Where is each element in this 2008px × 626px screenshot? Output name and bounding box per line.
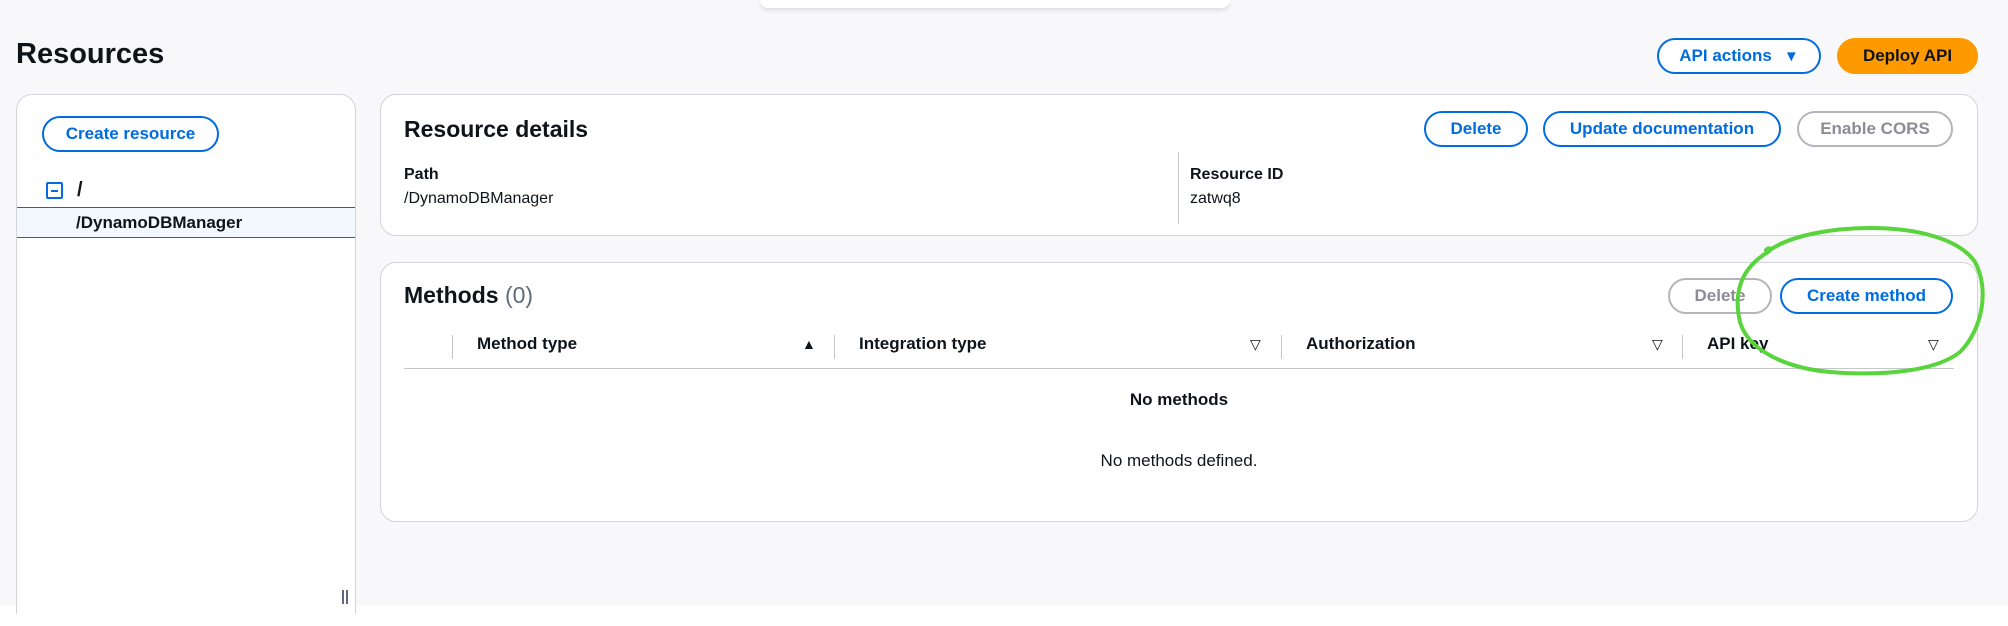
column-divider [1682, 335, 1683, 359]
sort-icon[interactable]: ▽ [1250, 336, 1261, 353]
top-overlay-edge [760, 0, 1230, 8]
column-authorization[interactable]: Authorization [1306, 334, 1416, 354]
delete-resource-button[interactable]: Delete [1424, 111, 1528, 147]
collapse-icon[interactable] [46, 182, 63, 199]
resources-tree-panel [16, 94, 356, 614]
resource-details-title: Resource details [404, 116, 589, 142]
enable-cors-button[interactable]: Enable CORS [1797, 111, 1953, 147]
resource-id-value: zatwq8 [1190, 190, 1241, 207]
path-value: /DynamoDBManager [404, 190, 554, 207]
create-resource-button[interactable]: Create resource [42, 116, 219, 152]
details-divider [1178, 152, 1179, 224]
update-documentation-button[interactable]: Update documentation [1543, 111, 1781, 147]
create-method-button[interactable]: Create method [1780, 278, 1953, 314]
api-actions-label: API actions [1679, 46, 1772, 65]
empty-state-description: No methods defined. [1100, 451, 1258, 470]
tree-root-label: / [77, 179, 83, 201]
resize-handle-icon[interactable] [342, 590, 348, 604]
resource-id-label: Resource ID [1190, 166, 1284, 183]
methods-title-text: Methods [404, 282, 499, 308]
methods-title: Methods (0) [404, 282, 533, 309]
deploy-api-button[interactable]: Deploy API [1837, 38, 1978, 74]
column-divider [452, 335, 453, 359]
sort-icon[interactable]: ▽ [1652, 336, 1663, 353]
column-divider [1281, 335, 1282, 359]
column-method-type[interactable]: Method type [477, 334, 577, 354]
tree-root-node[interactable]: / [46, 179, 83, 202]
delete-method-button[interactable]: Delete [1668, 278, 1772, 314]
methods-count: (0) [504, 282, 534, 308]
empty-state-title: No methods [1129, 390, 1229, 409]
path-label: Path [404, 166, 439, 183]
column-divider [834, 335, 835, 359]
table-header-divider [404, 368, 1954, 369]
column-api-key[interactable]: API key [1707, 334, 1768, 354]
tree-item-label: /DynamoDBManager [76, 212, 243, 232]
column-integration-type[interactable]: Integration type [859, 334, 987, 354]
caret-down-icon: ▼ [1783, 47, 1799, 65]
api-actions-button[interactable]: API actions ▼ [1657, 38, 1821, 74]
tree-item-dynamodbmanager[interactable]: /DynamoDBManager [17, 207, 355, 238]
sort-icon[interactable]: ▽ [1928, 336, 1939, 353]
app-window: Resources API actions ▼ Deploy API Creat… [0, 0, 2008, 614]
sort-ascending-icon[interactable]: ▲ [802, 336, 816, 352]
page-title: Resources [16, 38, 165, 70]
